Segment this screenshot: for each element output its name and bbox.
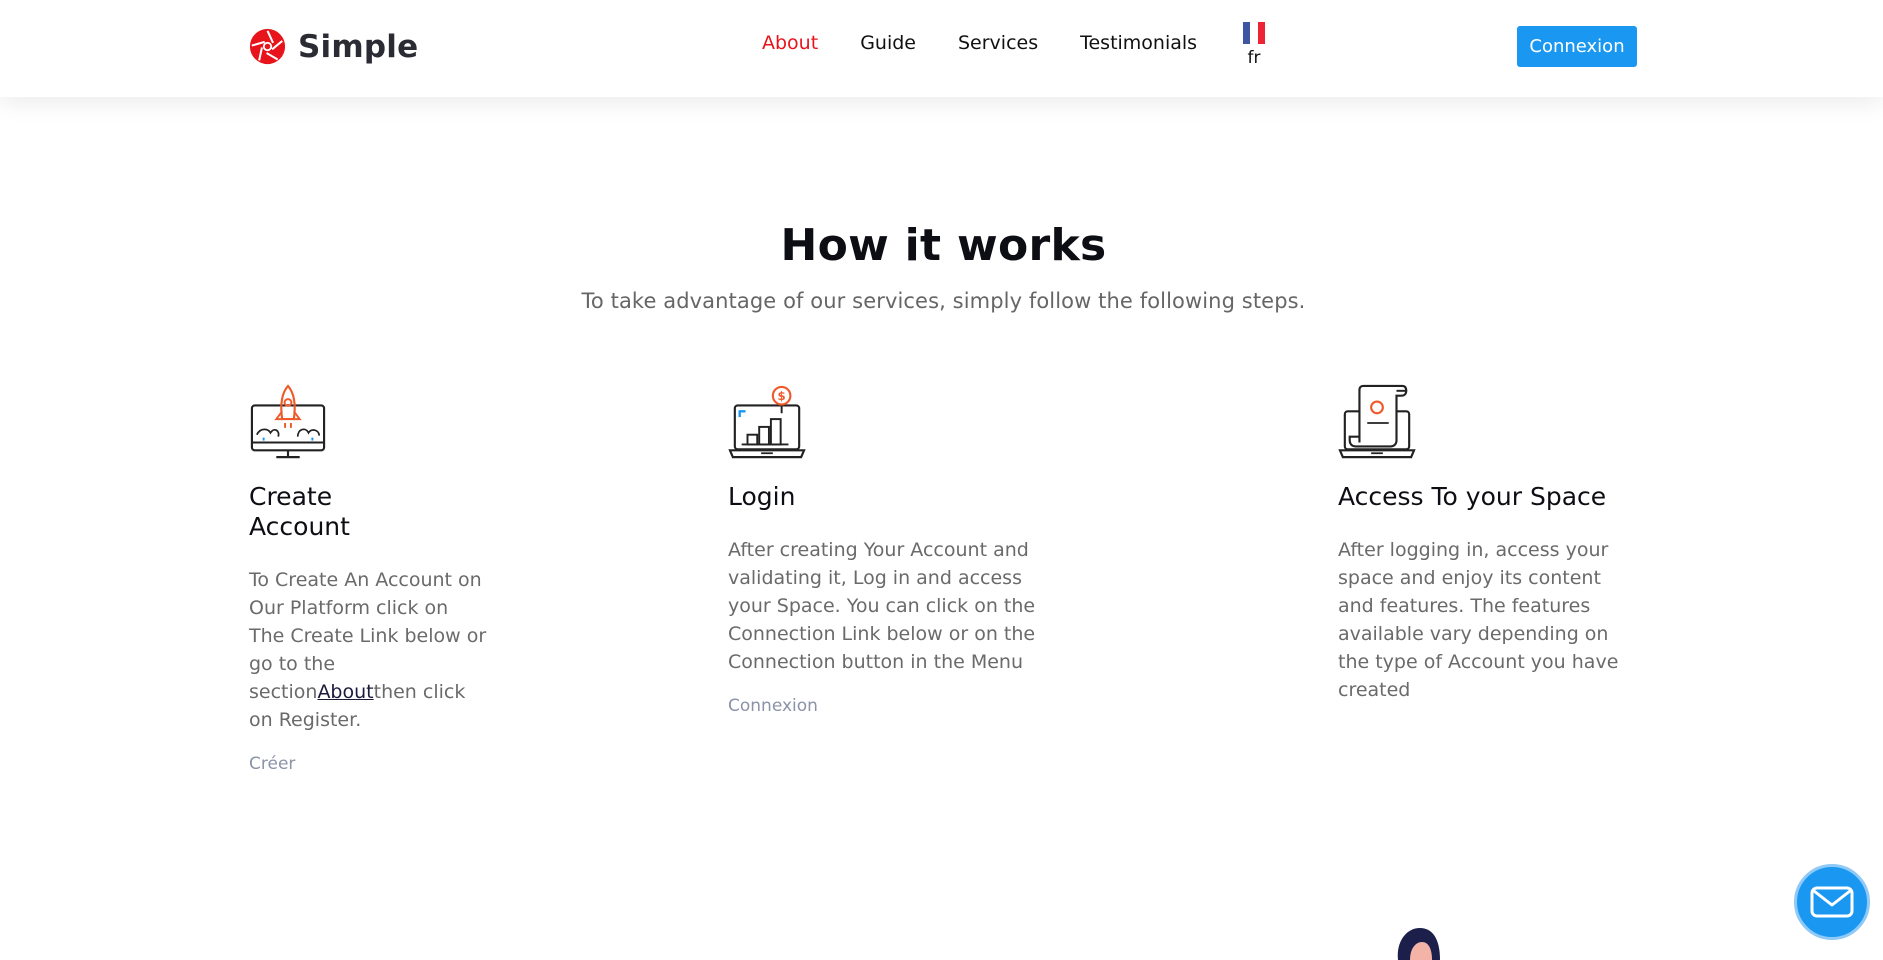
section-title: How it works [780,220,1107,271]
laptop-document-icon [1338,384,1416,459]
language-code: fr [1247,48,1261,68]
contact-mail-button[interactable] [1794,864,1870,940]
brand-logo[interactable]: Simple [249,28,418,65]
section-subtitle: To take advantage of our services, simpl… [581,289,1306,313]
rocket-monitor-icon [250,384,326,459]
aperture-logo-icon [249,28,286,65]
site-header: Simple About Guide Services Testimonials… [0,0,1883,97]
french-flag-icon [1243,22,1265,44]
connexion-link[interactable]: Connexion [728,696,818,716]
step-create-account: Create Account To Create An Account on O… [249,384,489,774]
step-login: $ Login After creating Your Account and … [728,384,1048,716]
about-inline-link[interactable]: About [317,681,373,703]
creer-link[interactable]: Créer [249,754,295,774]
connexion-button[interactable]: Connexion [1517,26,1637,67]
step-title: Login [728,482,796,511]
nav-about[interactable]: About [762,32,818,54]
person-illustration [1397,928,1440,960]
nav-services[interactable]: Services [958,32,1038,54]
brand-name: Simple [298,28,419,65]
mail-icon [1810,886,1854,918]
step-description: To Create An Account on Our Platform cli… [249,566,489,734]
step-description: After creating Your Account and validati… [728,539,1036,673]
nav-guide[interactable]: Guide [860,32,916,54]
svg-text:$: $ [778,389,786,403]
laptop-growth-icon: $ [728,385,806,459]
step-description: After logging in, access your space and … [1338,539,1619,701]
step-title: Create Account [249,482,350,541]
step-access-space: Access To your Space After logging in, a… [1338,384,1638,704]
nav-testimonials[interactable]: Testimonials [1080,32,1197,54]
main-nav: About Guide Services Testimonials [762,32,1239,54]
step-title: Access To your Space [1338,482,1607,511]
language-switcher[interactable]: fr [1243,22,1265,68]
